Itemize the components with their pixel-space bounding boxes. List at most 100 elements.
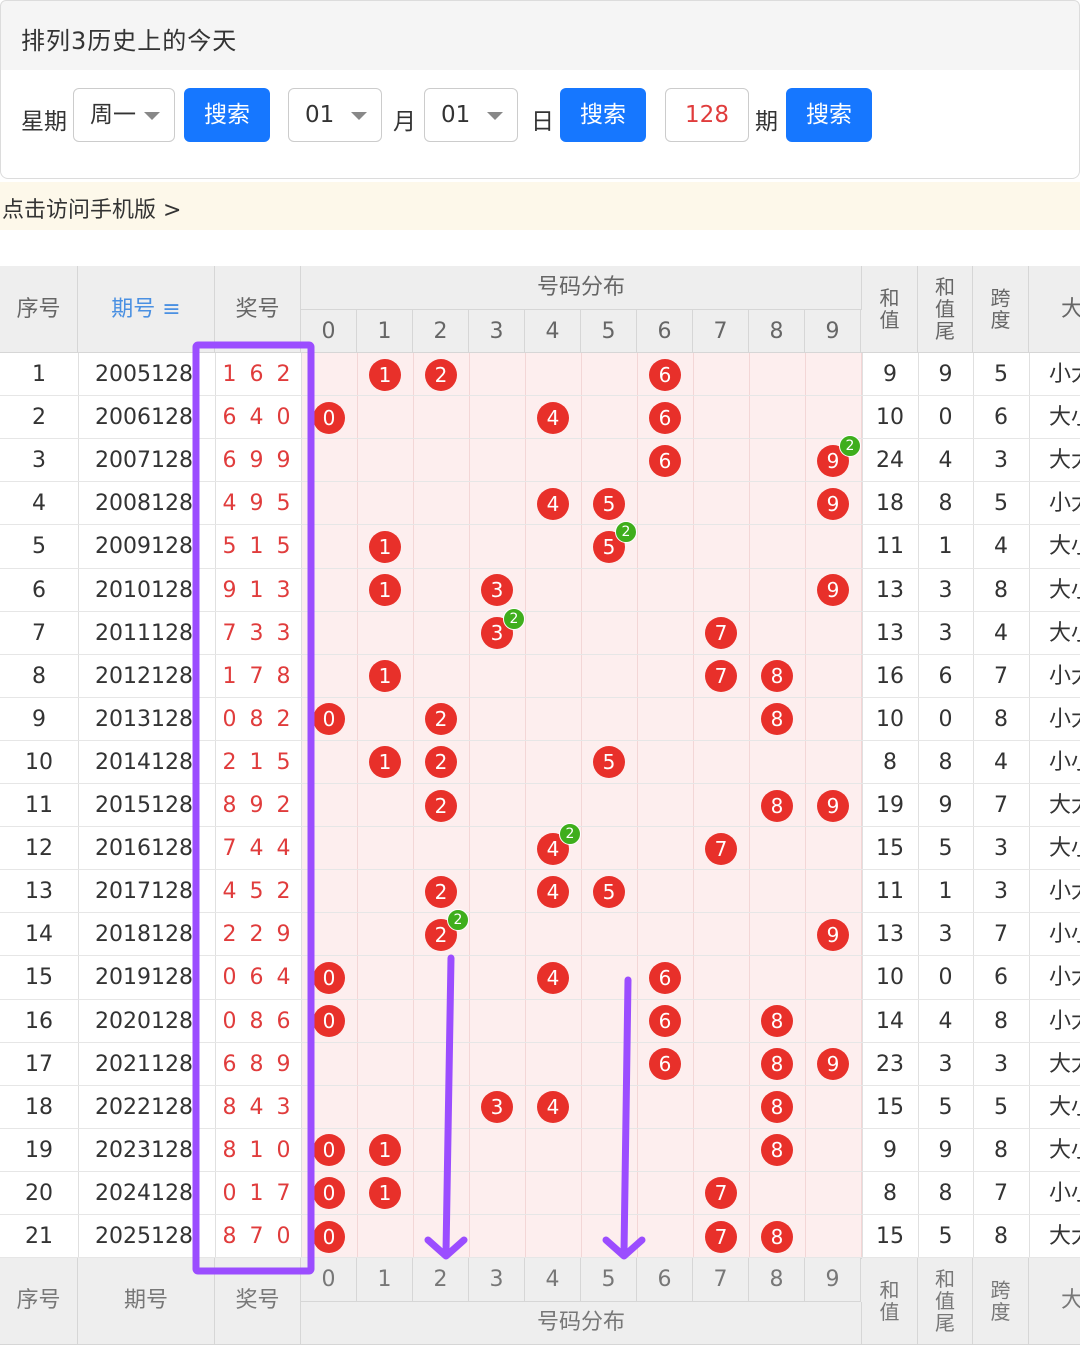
row-prize: 4 5 2 bbox=[222, 879, 294, 905]
header-char: 和 bbox=[879, 286, 900, 310]
row-size: 小小 bbox=[1049, 1180, 1080, 1206]
row-index: 6 bbox=[32, 577, 46, 603]
grid-line bbox=[525, 353, 526, 1259]
row-prize: 0 1 7 bbox=[222, 1180, 294, 1206]
row-index: 17 bbox=[25, 1051, 53, 1077]
footer-digit-3: 3 bbox=[469, 1258, 525, 1303]
header-digit-9: 9 bbox=[805, 310, 861, 353]
row-index: 3 bbox=[32, 448, 46, 474]
row-sum-tail: 3 bbox=[938, 922, 953, 948]
footer-digit-8: 8 bbox=[749, 1258, 805, 1303]
row-issue: 2024128 bbox=[95, 1180, 193, 1206]
mobile-version-banner[interactable]: 点击访问手机版 > bbox=[0, 182, 1080, 230]
row-span: 5 bbox=[994, 362, 1008, 387]
row-issue: 2005128 bbox=[95, 362, 193, 387]
row-index: 5 bbox=[32, 534, 46, 560]
row-sum-tail: 4 bbox=[938, 1008, 953, 1034]
footer-issue: 期号 bbox=[78, 1258, 215, 1344]
row-issue: 2011128 bbox=[95, 620, 193, 646]
row-span: 4 bbox=[994, 620, 1008, 646]
number-ball: 6 bbox=[649, 444, 681, 477]
row-sum-tail: 5 bbox=[938, 1224, 953, 1249]
number-ball: 0 bbox=[313, 1005, 345, 1038]
repeat-badge: 2 bbox=[503, 607, 525, 630]
header-char: 度 bbox=[990, 1300, 1011, 1325]
row-span: 8 bbox=[994, 1224, 1008, 1249]
row-size: 小大 bbox=[1049, 706, 1080, 732]
row-size: 小小 bbox=[1049, 922, 1080, 948]
row-index: 7 bbox=[32, 620, 46, 646]
row-issue: 2013128 bbox=[95, 706, 193, 732]
row-size: 大小 bbox=[1049, 405, 1080, 431]
issue-search-button[interactable]: 搜索 bbox=[786, 88, 872, 142]
row-size: 小大 bbox=[1049, 879, 1080, 905]
chevron-down-icon bbox=[351, 112, 367, 120]
row-index: 15 bbox=[25, 965, 53, 991]
header-digit-2: 2 bbox=[413, 310, 469, 353]
number-ball: 9 bbox=[817, 918, 849, 951]
row-sum-tail: 9 bbox=[938, 793, 953, 818]
header-char: 值 bbox=[879, 308, 900, 332]
row-prize: 0 6 4 bbox=[222, 965, 294, 991]
month-select[interactable]: 01 bbox=[288, 88, 382, 142]
row-span: 3 bbox=[994, 1051, 1008, 1077]
number-ball: 4 bbox=[537, 1091, 569, 1124]
grid-line bbox=[637, 353, 638, 1259]
row-span: 4 bbox=[994, 534, 1008, 560]
row-size: 小大 bbox=[1049, 965, 1080, 991]
mobile-version-link[interactable]: 点击访问手机版 > bbox=[2, 192, 181, 224]
row-prize: 0 8 2 bbox=[222, 706, 294, 732]
number-ball: 8 bbox=[761, 1091, 793, 1124]
row-sum-tail: 5 bbox=[938, 836, 953, 862]
row-span: 7 bbox=[994, 793, 1008, 818]
week-search-button[interactable]: 搜索 bbox=[184, 88, 270, 142]
footer-digit-9: 9 bbox=[805, 1258, 861, 1303]
row-sum: 15 bbox=[876, 1094, 904, 1120]
header-char: 值 bbox=[935, 1289, 955, 1314]
row-index: 13 bbox=[25, 879, 53, 905]
date-search-button[interactable]: 搜索 bbox=[560, 88, 646, 142]
sort-icon[interactable]: ≡ bbox=[155, 297, 180, 322]
row-span: 5 bbox=[994, 1094, 1008, 1120]
header-issue-label: 期号 bbox=[111, 297, 156, 322]
header-issue[interactable]: 期号 ≡ bbox=[78, 266, 215, 353]
row-size: 大大 bbox=[1049, 793, 1080, 818]
number-ball: 7 bbox=[705, 1220, 737, 1253]
day-label: 日 bbox=[531, 109, 554, 135]
number-ball: 2 bbox=[425, 789, 457, 822]
header-digit-0: 0 bbox=[301, 310, 357, 353]
footer-index: 序号 bbox=[0, 1258, 78, 1344]
issue-input[interactable]: 128 bbox=[665, 88, 749, 142]
footer-digit-1: 1 bbox=[357, 1258, 413, 1303]
number-ball: 8 bbox=[761, 660, 793, 693]
number-ball: 9 bbox=[817, 1048, 849, 1081]
row-size: 小大 bbox=[1049, 663, 1080, 689]
number-ball: 3 bbox=[481, 1091, 513, 1124]
row-prize: 7 3 3 bbox=[222, 620, 294, 646]
footer-digit-5: 5 bbox=[581, 1258, 637, 1303]
row-issue: 2006128 bbox=[95, 405, 193, 431]
header-index: 序号 bbox=[0, 266, 78, 353]
header-digit-5: 5 bbox=[581, 310, 637, 353]
footer-distribution: 号码分布 bbox=[301, 1302, 862, 1344]
row-sum-tail: 0 bbox=[938, 706, 953, 732]
header-char: 和 bbox=[935, 275, 955, 299]
row-sum: 10 bbox=[876, 706, 904, 732]
week-select[interactable]: 周一 bbox=[73, 88, 175, 142]
number-ball: 9 bbox=[817, 487, 849, 520]
number-ball: 8 bbox=[761, 1220, 793, 1253]
row-index: 9 bbox=[32, 706, 46, 732]
footer-border bbox=[0, 1344, 1080, 1345]
number-ball: 1 bbox=[369, 530, 401, 563]
row-index: 4 bbox=[32, 491, 46, 517]
header-char: 度 bbox=[990, 308, 1011, 332]
number-ball: 1 bbox=[369, 574, 401, 607]
row-issue: 2014128 bbox=[95, 749, 193, 775]
footer-digit-6: 6 bbox=[637, 1258, 693, 1303]
grid-line bbox=[805, 353, 806, 1259]
number-ball: 4 bbox=[537, 487, 569, 520]
week-label: 星期 bbox=[21, 109, 67, 135]
day-select[interactable]: 01 bbox=[424, 88, 518, 142]
row-sum-tail: 9 bbox=[938, 1137, 953, 1163]
grid-line bbox=[469, 353, 470, 1259]
